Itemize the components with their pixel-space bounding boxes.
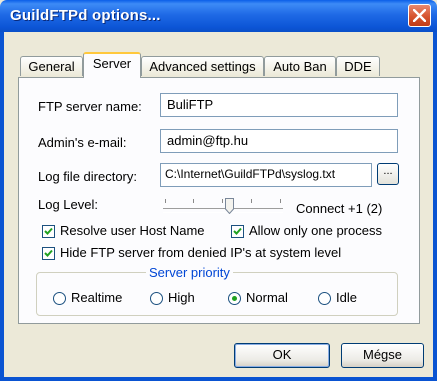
browse-button[interactable]: ... <box>377 163 399 185</box>
slider-tick <box>251 199 252 203</box>
resolve-host-checkbox[interactable] <box>42 225 55 238</box>
window-frame-right <box>433 32 437 381</box>
tab-advanced-settings[interactable]: Advanced settings <box>141 56 264 76</box>
tab-server[interactable]: Server <box>83 52 141 78</box>
tab-general[interactable]: General <box>20 56 83 76</box>
one-process-checkbox[interactable] <box>231 225 244 238</box>
checkmark-icon <box>44 227 53 235</box>
admin-email-label: Admin's e-mail: <box>38 135 127 150</box>
window-frame-left <box>0 32 4 381</box>
slider-tick <box>280 199 281 203</box>
slider-tick <box>222 199 223 203</box>
close-button[interactable] <box>408 4 431 27</box>
log-level-slider-thumb[interactable] <box>225 198 234 214</box>
priority-high-label[interactable]: High <box>168 290 195 305</box>
priority-realtime-radio[interactable] <box>53 292 66 305</box>
admin-email-field[interactable]: admin@ftp.hu <box>160 129 398 153</box>
window-title: GuildFTPd options... <box>10 7 161 24</box>
radio-selected-dot <box>232 296 237 301</box>
slider-tick <box>165 199 166 203</box>
close-icon <box>413 9 426 22</box>
slider-tick <box>193 199 194 203</box>
priority-normal-label[interactable]: Normal <box>246 290 288 305</box>
log-level-label: Log Level: <box>38 197 98 212</box>
ok-button[interactable]: OK <box>234 343 330 368</box>
checkmark-icon <box>44 249 53 257</box>
priority-normal-radio[interactable] <box>228 292 241 305</box>
log-file-directory-label: Log file directory: <box>38 169 137 184</box>
priority-idle-radio[interactable] <box>318 292 331 305</box>
window-frame-bottom <box>0 377 437 381</box>
priority-idle-label[interactable]: Idle <box>336 290 357 305</box>
hide-ftp-checkbox[interactable] <box>42 247 55 260</box>
checkmark-icon <box>233 227 242 235</box>
log-file-directory-field[interactable]: C:\Internet\GuildFTPd\syslog.txt <box>160 163 372 187</box>
tab-dde[interactable]: DDE <box>336 56 380 76</box>
ftp-server-name-field[interactable]: BuliFTP <box>160 93 398 117</box>
cancel-button[interactable]: Mégse <box>341 343 424 368</box>
ftp-server-name-label: FTP server name: <box>38 99 142 114</box>
log-level-value: Connect +1 (2) <box>296 201 383 216</box>
title-bar: GuildFTPd options... <box>0 0 437 32</box>
server-priority-title: Server priority <box>146 265 233 280</box>
priority-realtime-label[interactable]: Realtime <box>71 290 122 305</box>
tab-auto-ban[interactable]: Auto Ban <box>264 56 336 76</box>
priority-high-radio[interactable] <box>150 292 163 305</box>
log-level-slider-track[interactable] <box>163 208 283 213</box>
resolve-host-label[interactable]: Resolve user Host Name <box>60 223 205 238</box>
hide-ftp-label[interactable]: Hide FTP server from denied IP's at syst… <box>60 245 341 260</box>
one-process-label[interactable]: Allow only one process <box>249 223 382 238</box>
